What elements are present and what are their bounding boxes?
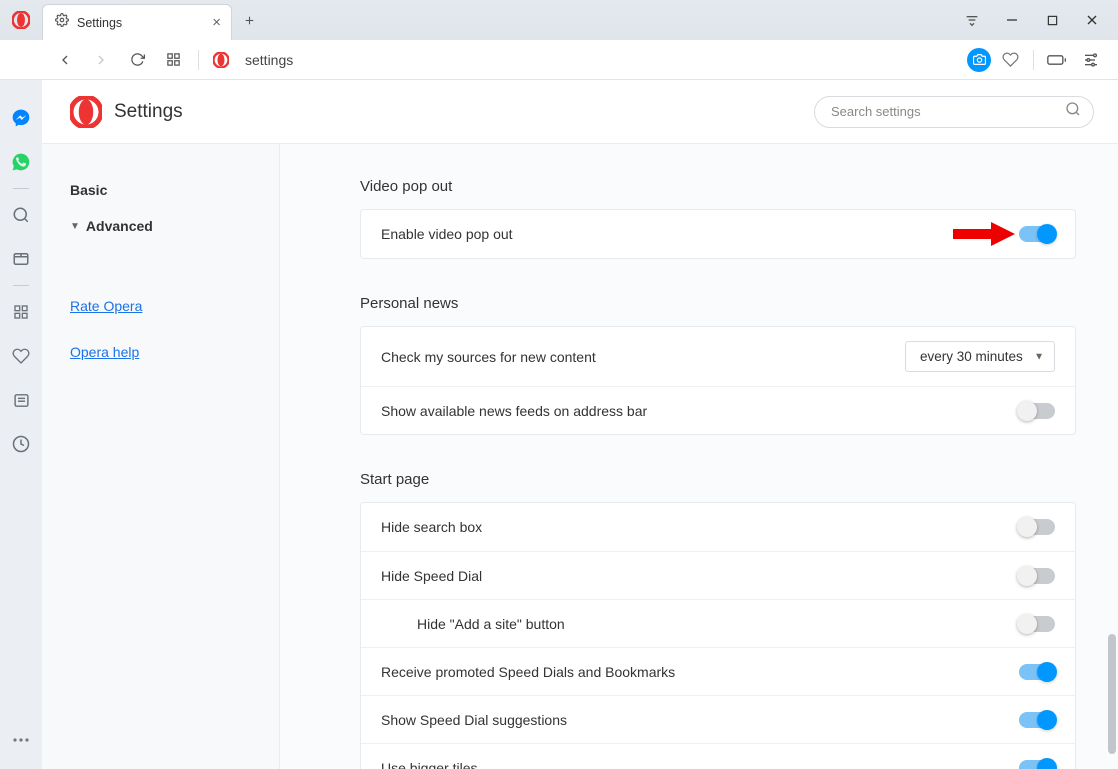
toggle-hide-add-site[interactable] bbox=[1019, 616, 1055, 632]
page-title: Settings bbox=[114, 101, 183, 123]
forward-button[interactable] bbox=[86, 45, 116, 75]
close-window-button[interactable] bbox=[1072, 0, 1112, 40]
nav-opera-help[interactable]: Opera help bbox=[70, 336, 279, 368]
window-controls bbox=[992, 0, 1118, 40]
titlebar: Settings × bbox=[0, 0, 1118, 40]
row-enable-video-popout: Enable video pop out bbox=[381, 226, 1019, 242]
row-hide-speed-dial: Hide Speed Dial bbox=[381, 568, 1019, 584]
tab-title: Settings bbox=[77, 16, 204, 30]
tab-settings[interactable]: Settings × bbox=[42, 4, 232, 40]
row-hide-search-box: Hide search box bbox=[381, 519, 1019, 535]
search-settings-input[interactable] bbox=[814, 96, 1094, 128]
sidebar-whatsapp[interactable] bbox=[0, 140, 42, 184]
section-news: Check my sources for new content every 3… bbox=[360, 326, 1076, 435]
scrollbar-thumb[interactable] bbox=[1108, 634, 1116, 754]
toggle-sd-suggestions[interactable] bbox=[1019, 712, 1055, 728]
sidebar-bookmarks[interactable] bbox=[0, 334, 42, 378]
gear-icon bbox=[55, 13, 69, 32]
settings-nav: Basic ▼Advanced Rate Opera Opera help bbox=[42, 144, 280, 769]
section-title-news: Personal news bbox=[360, 295, 1076, 312]
minimize-button[interactable] bbox=[992, 0, 1032, 40]
sidebar-history[interactable] bbox=[0, 422, 42, 466]
sidebar-speed-dial[interactable] bbox=[0, 290, 42, 334]
new-tab-button[interactable] bbox=[232, 0, 266, 40]
site-identity-icon[interactable] bbox=[213, 52, 229, 68]
chevron-down-icon: ▼ bbox=[1034, 351, 1044, 362]
row-bigger-tiles: Use bigger tiles bbox=[381, 760, 1019, 769]
speed-dial-button[interactable] bbox=[158, 45, 188, 75]
icon-sidebar bbox=[0, 80, 42, 769]
toggle-hide-speed-dial[interactable] bbox=[1019, 568, 1055, 584]
toggle-enable-video-popout[interactable] bbox=[1019, 226, 1055, 242]
section-title-video: Video pop out bbox=[360, 178, 1076, 195]
row-promoted-dials: Receive promoted Speed Dials and Bookmar… bbox=[381, 664, 1019, 680]
section-title-start: Start page bbox=[360, 471, 1076, 488]
sidebar-news[interactable] bbox=[0, 378, 42, 422]
chevron-down-icon: ▼ bbox=[70, 221, 80, 232]
settings-panel[interactable]: Video pop out Enable video pop out Perso… bbox=[280, 144, 1118, 769]
close-tab-icon[interactable]: × bbox=[212, 15, 221, 30]
back-button[interactable] bbox=[50, 45, 80, 75]
sidebar-search[interactable] bbox=[0, 193, 42, 237]
row-hide-add-site: Hide "Add a site" button bbox=[417, 616, 1019, 632]
maximize-button[interactable] bbox=[1032, 0, 1072, 40]
nav-rate-opera[interactable]: Rate Opera bbox=[70, 290, 279, 322]
row-sd-suggestions: Show Speed Dial suggestions bbox=[381, 712, 1019, 728]
section-video: Enable video pop out bbox=[360, 209, 1076, 259]
address-text[interactable]: settings bbox=[245, 52, 293, 68]
row-show-news-feeds: Show available news feeds on address bar bbox=[381, 403, 1019, 419]
opera-menu-button[interactable] bbox=[0, 0, 42, 40]
toolbar: settings bbox=[0, 40, 1118, 80]
section-start: Hide search box Hide Speed Dial Hide "Ad… bbox=[360, 502, 1076, 769]
dropdown-check-interval[interactable]: every 30 minutes ▼ bbox=[905, 341, 1055, 372]
nav-advanced[interactable]: ▼Advanced bbox=[70, 208, 279, 244]
bookmark-button[interactable] bbox=[995, 45, 1025, 75]
search-field[interactable] bbox=[831, 104, 1065, 119]
sidebar-personal-news[interactable] bbox=[0, 237, 42, 281]
easy-setup-button[interactable] bbox=[1076, 45, 1106, 75]
search-icon bbox=[1065, 101, 1081, 122]
sidebar-messenger[interactable] bbox=[0, 96, 42, 140]
nav-basic[interactable]: Basic bbox=[70, 172, 279, 208]
toggle-show-news-feeds[interactable] bbox=[1019, 403, 1055, 419]
reload-button[interactable] bbox=[122, 45, 152, 75]
battery-saver-button[interactable] bbox=[1042, 45, 1072, 75]
sidebar-more[interactable] bbox=[0, 725, 42, 769]
row-check-sources: Check my sources for new content bbox=[381, 349, 905, 365]
toggle-hide-search-box[interactable] bbox=[1019, 519, 1055, 535]
opera-logo-icon bbox=[70, 96, 102, 128]
opera-logo-icon bbox=[12, 11, 30, 29]
snapshot-button[interactable] bbox=[967, 48, 991, 72]
tab-menu-button[interactable] bbox=[952, 0, 992, 40]
settings-header: Settings bbox=[42, 80, 1118, 144]
toggle-bigger-tiles[interactable] bbox=[1019, 760, 1055, 769]
toggle-promoted-dials[interactable] bbox=[1019, 664, 1055, 680]
